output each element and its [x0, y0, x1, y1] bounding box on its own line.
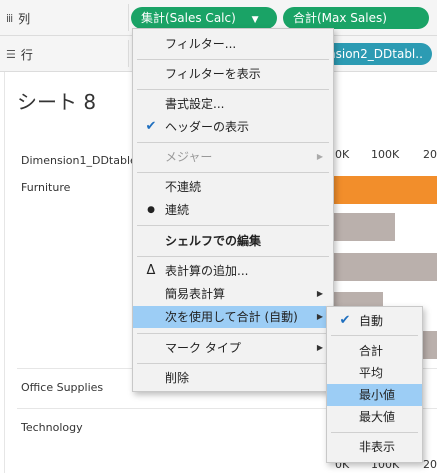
- shelf-divider: [128, 4, 129, 31]
- rows-shelf-label: ☰ 行: [6, 46, 33, 63]
- menu-separator: [137, 256, 329, 257]
- submenu-item-automatic[interactable]: ✔ 自動: [327, 310, 422, 332]
- menu-item-mark-type[interactable]: マーク タイプ ▶: [133, 337, 333, 359]
- menu-item-label: 次を使用して合計 (自動): [165, 310, 298, 324]
- submenu-item-label: 最小値: [359, 388, 396, 402]
- submenu-item-label: 自動: [359, 314, 384, 328]
- shelf-divider: [128, 40, 129, 67]
- bar-mark[interactable]: [331, 176, 437, 204]
- menu-item-quick-table-calc[interactable]: 簡易表計算 ▶: [133, 283, 333, 305]
- menu-item-remove[interactable]: 削除: [133, 367, 333, 389]
- menu-item-label: 簡易表計算: [165, 287, 226, 301]
- pill-dropdown-icon[interactable]: ▼: [252, 15, 259, 25]
- menu-item-label: 削除: [165, 371, 190, 385]
- dimension-header: Dimension1_DDtable: [21, 154, 137, 167]
- pill-context-menu: フィルター... フィルターを表示 書式設定... ✔ ヘッダーの表示 メジャー…: [132, 28, 334, 392]
- submenu-arrow-icon: ▶: [316, 343, 323, 352]
- menu-item-edit-in-shelf[interactable]: シェルフでの編集: [133, 230, 333, 252]
- menu-separator: [137, 59, 329, 60]
- check-icon: ✔: [145, 119, 157, 134]
- menu-item-format[interactable]: 書式設定...: [133, 93, 333, 115]
- row-label-technology: Technology: [21, 421, 83, 434]
- submenu-item-maximum[interactable]: 最大値: [327, 406, 422, 428]
- menu-separator: [137, 142, 329, 143]
- sales-calc-pill[interactable]: 集計(Sales Calc) ▼: [131, 7, 277, 29]
- columns-label: 列: [18, 12, 31, 26]
- submenu-item-label: 非表示: [359, 440, 396, 454]
- columns-icon: iii: [6, 12, 13, 25]
- menu-item-continuous[interactable]: ● 連続: [133, 199, 333, 221]
- submenu-item-average[interactable]: 平均: [327, 362, 422, 384]
- submenu-item-hide[interactable]: 非表示: [327, 436, 422, 458]
- menu-separator: [137, 89, 329, 90]
- menu-item-show-filter[interactable]: フィルターを表示: [133, 63, 333, 85]
- menu-item-discrete[interactable]: 不連続: [133, 176, 333, 198]
- bar-mark[interactable]: [331, 253, 437, 281]
- menu-item-label: シェルフでの編集: [165, 234, 262, 248]
- submenu-arrow-icon: ▶: [316, 312, 323, 321]
- submenu-arrow-icon: ▶: [316, 152, 323, 161]
- delta-icon: Δ: [146, 263, 156, 278]
- menu-separator: [331, 335, 418, 336]
- max-sales-pill-label: 合計(Max Sales): [293, 11, 387, 25]
- menu-item-show-header[interactable]: ✔ ヘッダーの表示: [133, 116, 333, 138]
- menu-separator: [137, 363, 329, 364]
- menu-item-add-table-calc[interactable]: Δ 表計算の追加...: [133, 260, 333, 282]
- submenu-item-sum[interactable]: 合計: [327, 340, 422, 362]
- menu-item-label: マーク タイプ: [165, 341, 241, 355]
- menu-item-label: フィルターを表示: [165, 67, 261, 81]
- menu-item-filter[interactable]: フィルター...: [133, 33, 333, 55]
- bar-mark[interactable]: [331, 213, 395, 241]
- menu-separator: [137, 333, 329, 334]
- columns-shelf-label: iii 列: [6, 10, 30, 27]
- sheet-title: シート 8: [17, 90, 97, 114]
- axis-tick-top-2: 20: [423, 148, 437, 161]
- axis-tick-top-0: 0K: [335, 148, 350, 161]
- menu-separator: [331, 432, 418, 433]
- menu-item-label: 書式設定...: [165, 97, 225, 111]
- rows-icon: ☰: [6, 48, 16, 61]
- bullet-icon: ●: [147, 205, 155, 215]
- aggregation-submenu: ✔ 自動 合計 平均 最小値 最大値 非表示: [326, 306, 423, 463]
- menu-item-label: 連続: [165, 203, 190, 217]
- row-label-office-supplies: Office Supplies: [21, 381, 104, 394]
- menu-item-label: メジャー: [165, 150, 213, 164]
- axis-tick-top-1: 100K: [371, 148, 400, 161]
- dimension2-pill-label: nsion2_DDtabl..: [328, 47, 423, 61]
- menu-separator: [137, 172, 329, 173]
- menu-item-label: フィルター...: [165, 37, 237, 51]
- row-label-furniture: Furniture: [21, 181, 71, 194]
- menu-item-aggregate-using[interactable]: 次を使用して合計 (自動) ▶: [133, 306, 333, 328]
- submenu-item-minimum[interactable]: 最小値: [327, 384, 422, 406]
- max-sales-pill[interactable]: 合計(Max Sales): [283, 7, 429, 29]
- menu-item-label: 不連続: [165, 180, 202, 194]
- axis-tick-bottom-2: 20: [423, 458, 437, 471]
- dimension2-pill[interactable]: nsion2_DDtabl..: [318, 43, 432, 65]
- submenu-item-label: 最大値: [359, 410, 396, 424]
- submenu-item-label: 合計: [359, 344, 384, 358]
- menu-item-label: ヘッダーの表示: [165, 120, 250, 134]
- menu-item-measure: メジャー ▶: [133, 146, 333, 168]
- submenu-item-label: 平均: [359, 366, 384, 380]
- menu-item-label: 表計算の追加...: [165, 264, 249, 278]
- sales-calc-pill-label: 集計(Sales Calc): [141, 11, 236, 25]
- submenu-arrow-icon: ▶: [316, 289, 323, 298]
- rows-label: 行: [20, 48, 33, 62]
- menu-separator: [137, 225, 329, 226]
- check-icon: ✔: [339, 313, 351, 328]
